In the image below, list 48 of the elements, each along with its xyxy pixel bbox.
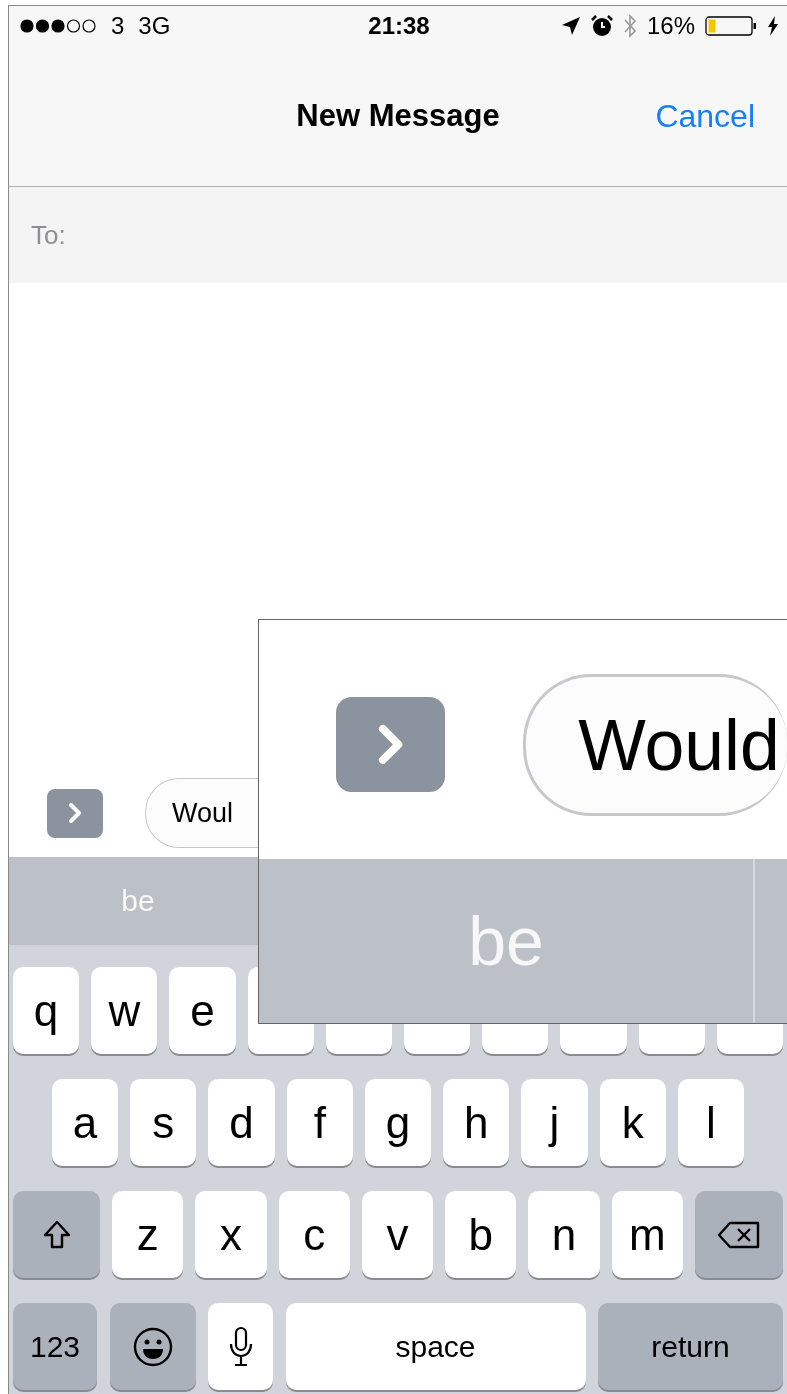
key-button[interactable]: g	[364, 1079, 432, 1166]
clock: 21:38	[368, 12, 430, 40]
key-button[interactable]: a	[52, 1079, 119, 1166]
apps-button[interactable]	[336, 696, 446, 793]
signal-icon	[19, 18, 97, 34]
cancel-button[interactable]: Cancel	[655, 97, 755, 135]
battery-percentage: 16%	[646, 12, 695, 40]
chevron-icon	[68, 802, 82, 824]
key-button[interactable]: e	[169, 967, 236, 1054]
carrier-name: 3	[111, 12, 125, 40]
key-button[interactable]: d	[208, 1079, 275, 1166]
battery-icon	[705, 16, 757, 36]
chevron-icon	[376, 723, 405, 766]
shift-icon	[41, 1218, 72, 1251]
emoji-key[interactable]	[109, 1303, 196, 1390]
dictation-key[interactable]	[208, 1303, 273, 1390]
numbers-key[interactable]: 123	[13, 1303, 97, 1390]
alarm-clock-icon	[590, 15, 613, 37]
charging-bolt-icon	[767, 16, 779, 36]
return-key[interactable]: return	[598, 1303, 783, 1390]
key-button[interactable]: z	[112, 1191, 184, 1278]
network-type: 3G	[138, 12, 171, 40]
delete-key[interactable]	[694, 1191, 783, 1278]
key-button[interactable]: m	[611, 1191, 683, 1278]
apps-button[interactable]	[47, 788, 103, 838]
key-button[interactable]: j	[521, 1079, 588, 1166]
recipient-label: To:	[31, 219, 66, 251]
key-button[interactable]: n	[528, 1191, 600, 1278]
key-button[interactable]: c	[278, 1191, 350, 1278]
key-button[interactable]: s	[130, 1079, 197, 1166]
key-button[interactable]: q	[13, 967, 80, 1054]
screen-title: New Message	[296, 98, 500, 134]
key-button[interactable]: f	[286, 1079, 353, 1166]
key-button[interactable]: w	[91, 967, 158, 1054]
key-button[interactable]: x	[195, 1191, 267, 1278]
key-button[interactable]: l	[677, 1079, 744, 1166]
space-key[interactable]: space	[285, 1303, 586, 1390]
key-button[interactable]: h	[443, 1079, 510, 1166]
bluetooth-icon	[622, 13, 637, 39]
delete-icon	[716, 1219, 761, 1250]
message-field[interactable]: Would	[523, 673, 787, 816]
location-arrow-icon	[560, 16, 581, 36]
microphone-icon	[227, 1325, 254, 1368]
key-button[interactable]: k	[599, 1079, 666, 1166]
shift-key[interactable]	[13, 1191, 100, 1278]
smiley-icon	[131, 1325, 174, 1368]
key-button[interactable]: b	[445, 1191, 517, 1278]
key-button[interactable]: v	[361, 1191, 434, 1278]
